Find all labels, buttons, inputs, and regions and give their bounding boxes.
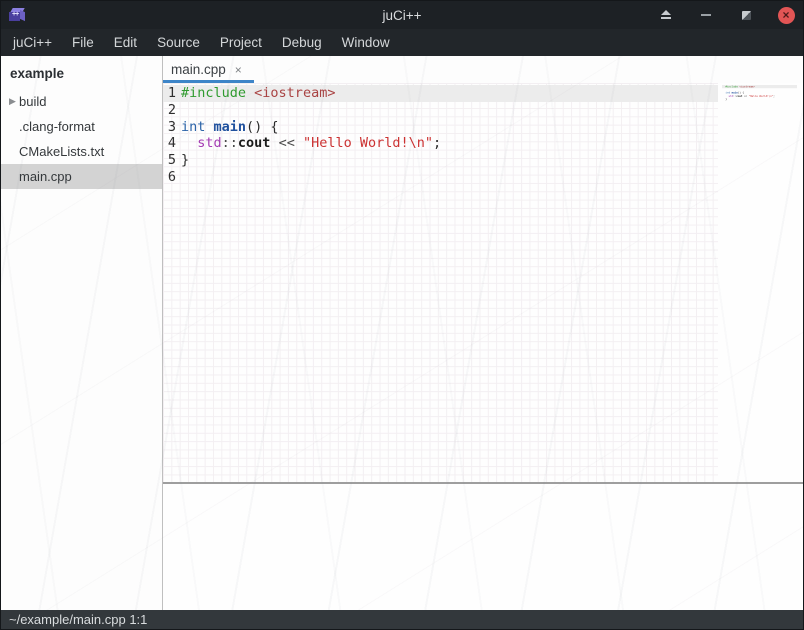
line-number: 1: [163, 85, 176, 101]
code-text: std::cout << "Hello World!\n";: [725, 95, 774, 98]
code-line-6: [722, 101, 797, 104]
token-string: "Hello World!\n": [749, 95, 774, 98]
token-plain: }: [181, 152, 189, 168]
tree-item-label: CMakeLists.txt: [18, 144, 104, 159]
code-text: #include <iostream>: [725, 85, 754, 88]
maximize-icon: [742, 11, 751, 20]
code-line-4[interactable]: 4 std::cout << "Hello World!\n";: [163, 135, 718, 152]
token-preprocessor: #include: [181, 85, 246, 101]
window-controls: ×: [657, 6, 795, 24]
tab-bar: main.cpp ×: [163, 56, 803, 83]
tab-main-cpp[interactable]: main.cpp ×: [163, 56, 254, 83]
token-type: int: [181, 119, 205, 135]
file-tree-sidebar: example ▶build .clang-format CMakeLists.tx…: [1, 56, 163, 610]
tree-item-label: build: [18, 94, 46, 109]
tree-item-main-cpp[interactable]: main.cpp: [1, 164, 162, 189]
close-icon: ×: [778, 7, 795, 24]
token-namespace: std: [197, 135, 221, 151]
source-editor[interactable]: 1#include <iostream>23int main() {4 std:…: [163, 83, 803, 482]
line-number: 3: [163, 119, 176, 135]
token-plain: ;: [433, 135, 441, 151]
code-lines[interactable]: 1#include <iostream>23int main() {4 std:…: [163, 85, 718, 185]
menu-item-source[interactable]: Source: [147, 31, 210, 54]
code-text: int main() {: [181, 119, 279, 135]
line-number: 5: [163, 152, 176, 168]
file-tree: ▶build .clang-format CMakeLists.txt main.cp…: [1, 89, 162, 189]
code-text: std::cout << "Hello World!\n";: [181, 135, 441, 151]
token-plain: () {: [246, 119, 279, 135]
project-root-label: example: [1, 60, 162, 89]
menu-item-juci[interactable]: juCi++: [3, 31, 62, 54]
token-string: "Hello World!\n": [303, 135, 433, 151]
tree-item--clang-format[interactable]: .clang-format: [1, 114, 162, 139]
menubar: juCi++FileEditSourceProjectDebugWindow: [1, 29, 803, 56]
tree-item-label: .clang-format: [18, 119, 95, 134]
token-punct: ::: [222, 135, 238, 151]
app-window: ++ juCi++ × juCi++FileEditSourceProjectD…: [0, 0, 804, 630]
token-identifier-bold: cout: [238, 135, 271, 151]
close-button[interactable]: ×: [777, 6, 795, 24]
minimize-button[interactable]: [697, 6, 715, 24]
tab-label: main.cpp: [171, 62, 226, 77]
content-area: example ▶build .clang-format CMakeLists.tx…: [1, 56, 803, 610]
token-plain: [181, 135, 197, 151]
tree-item-cmakelists-txt[interactable]: CMakeLists.txt: [1, 139, 162, 164]
token-plain: [205, 119, 213, 135]
statusbar: ~/example/main.cpp 1:1: [1, 610, 803, 629]
tab-close-icon[interactable]: ×: [235, 64, 242, 76]
menu-item-project[interactable]: Project: [210, 31, 272, 54]
code-line-3[interactable]: 3 int main() {: [163, 118, 718, 135]
code-line-6[interactable]: 6: [163, 168, 718, 185]
code-line-2[interactable]: 2: [163, 102, 718, 119]
statusbar-path-position: ~/example/main.cpp 1:1: [9, 612, 147, 627]
shade-button[interactable]: [657, 6, 675, 24]
shade-icon: [660, 10, 672, 20]
menu-item-window[interactable]: Window: [332, 31, 400, 54]
token-punct: <<: [270, 135, 303, 151]
token-plain: }: [725, 98, 727, 101]
titlebar[interactable]: ++ juCi++ ×: [1, 1, 803, 29]
token-preprocessor: #include: [725, 85, 737, 88]
expander-icon[interactable]: ▶: [1, 96, 18, 107]
minimize-icon: [701, 14, 711, 16]
code-line-5[interactable]: 5}: [163, 152, 718, 169]
code-line-1[interactable]: 1 #include <iostream>: [163, 85, 718, 102]
tree-item-label: main.cpp: [18, 169, 72, 184]
minimap[interactable]: #include <iostream>int main() { std::cou…: [722, 85, 797, 180]
tree-item-build[interactable]: ▶build: [1, 89, 162, 114]
minimap-content: #include <iostream>int main() { std::cou…: [722, 85, 797, 104]
token-function: main: [214, 119, 247, 135]
editor-pane: main.cpp × 1 #include <iostream> 23 int main…: [163, 56, 803, 610]
token-plain: [246, 85, 254, 101]
code-text: #include <iostream>: [181, 85, 335, 101]
line-number: 4: [163, 135, 176, 151]
token-include-path: <iostream>: [739, 85, 754, 88]
menu-item-file[interactable]: File: [62, 31, 104, 54]
code-text: }: [181, 152, 189, 168]
output-pane[interactable]: [163, 484, 803, 610]
token-include-path: <iostream>: [254, 85, 335, 101]
maximize-button[interactable]: [737, 6, 755, 24]
code-text: }: [725, 98, 727, 101]
menu-item-debug[interactable]: Debug: [272, 31, 332, 54]
token-plain: ;: [773, 95, 775, 98]
line-number: 6: [163, 169, 176, 185]
line-number: 2: [163, 102, 176, 118]
menu-item-edit[interactable]: Edit: [104, 31, 147, 54]
